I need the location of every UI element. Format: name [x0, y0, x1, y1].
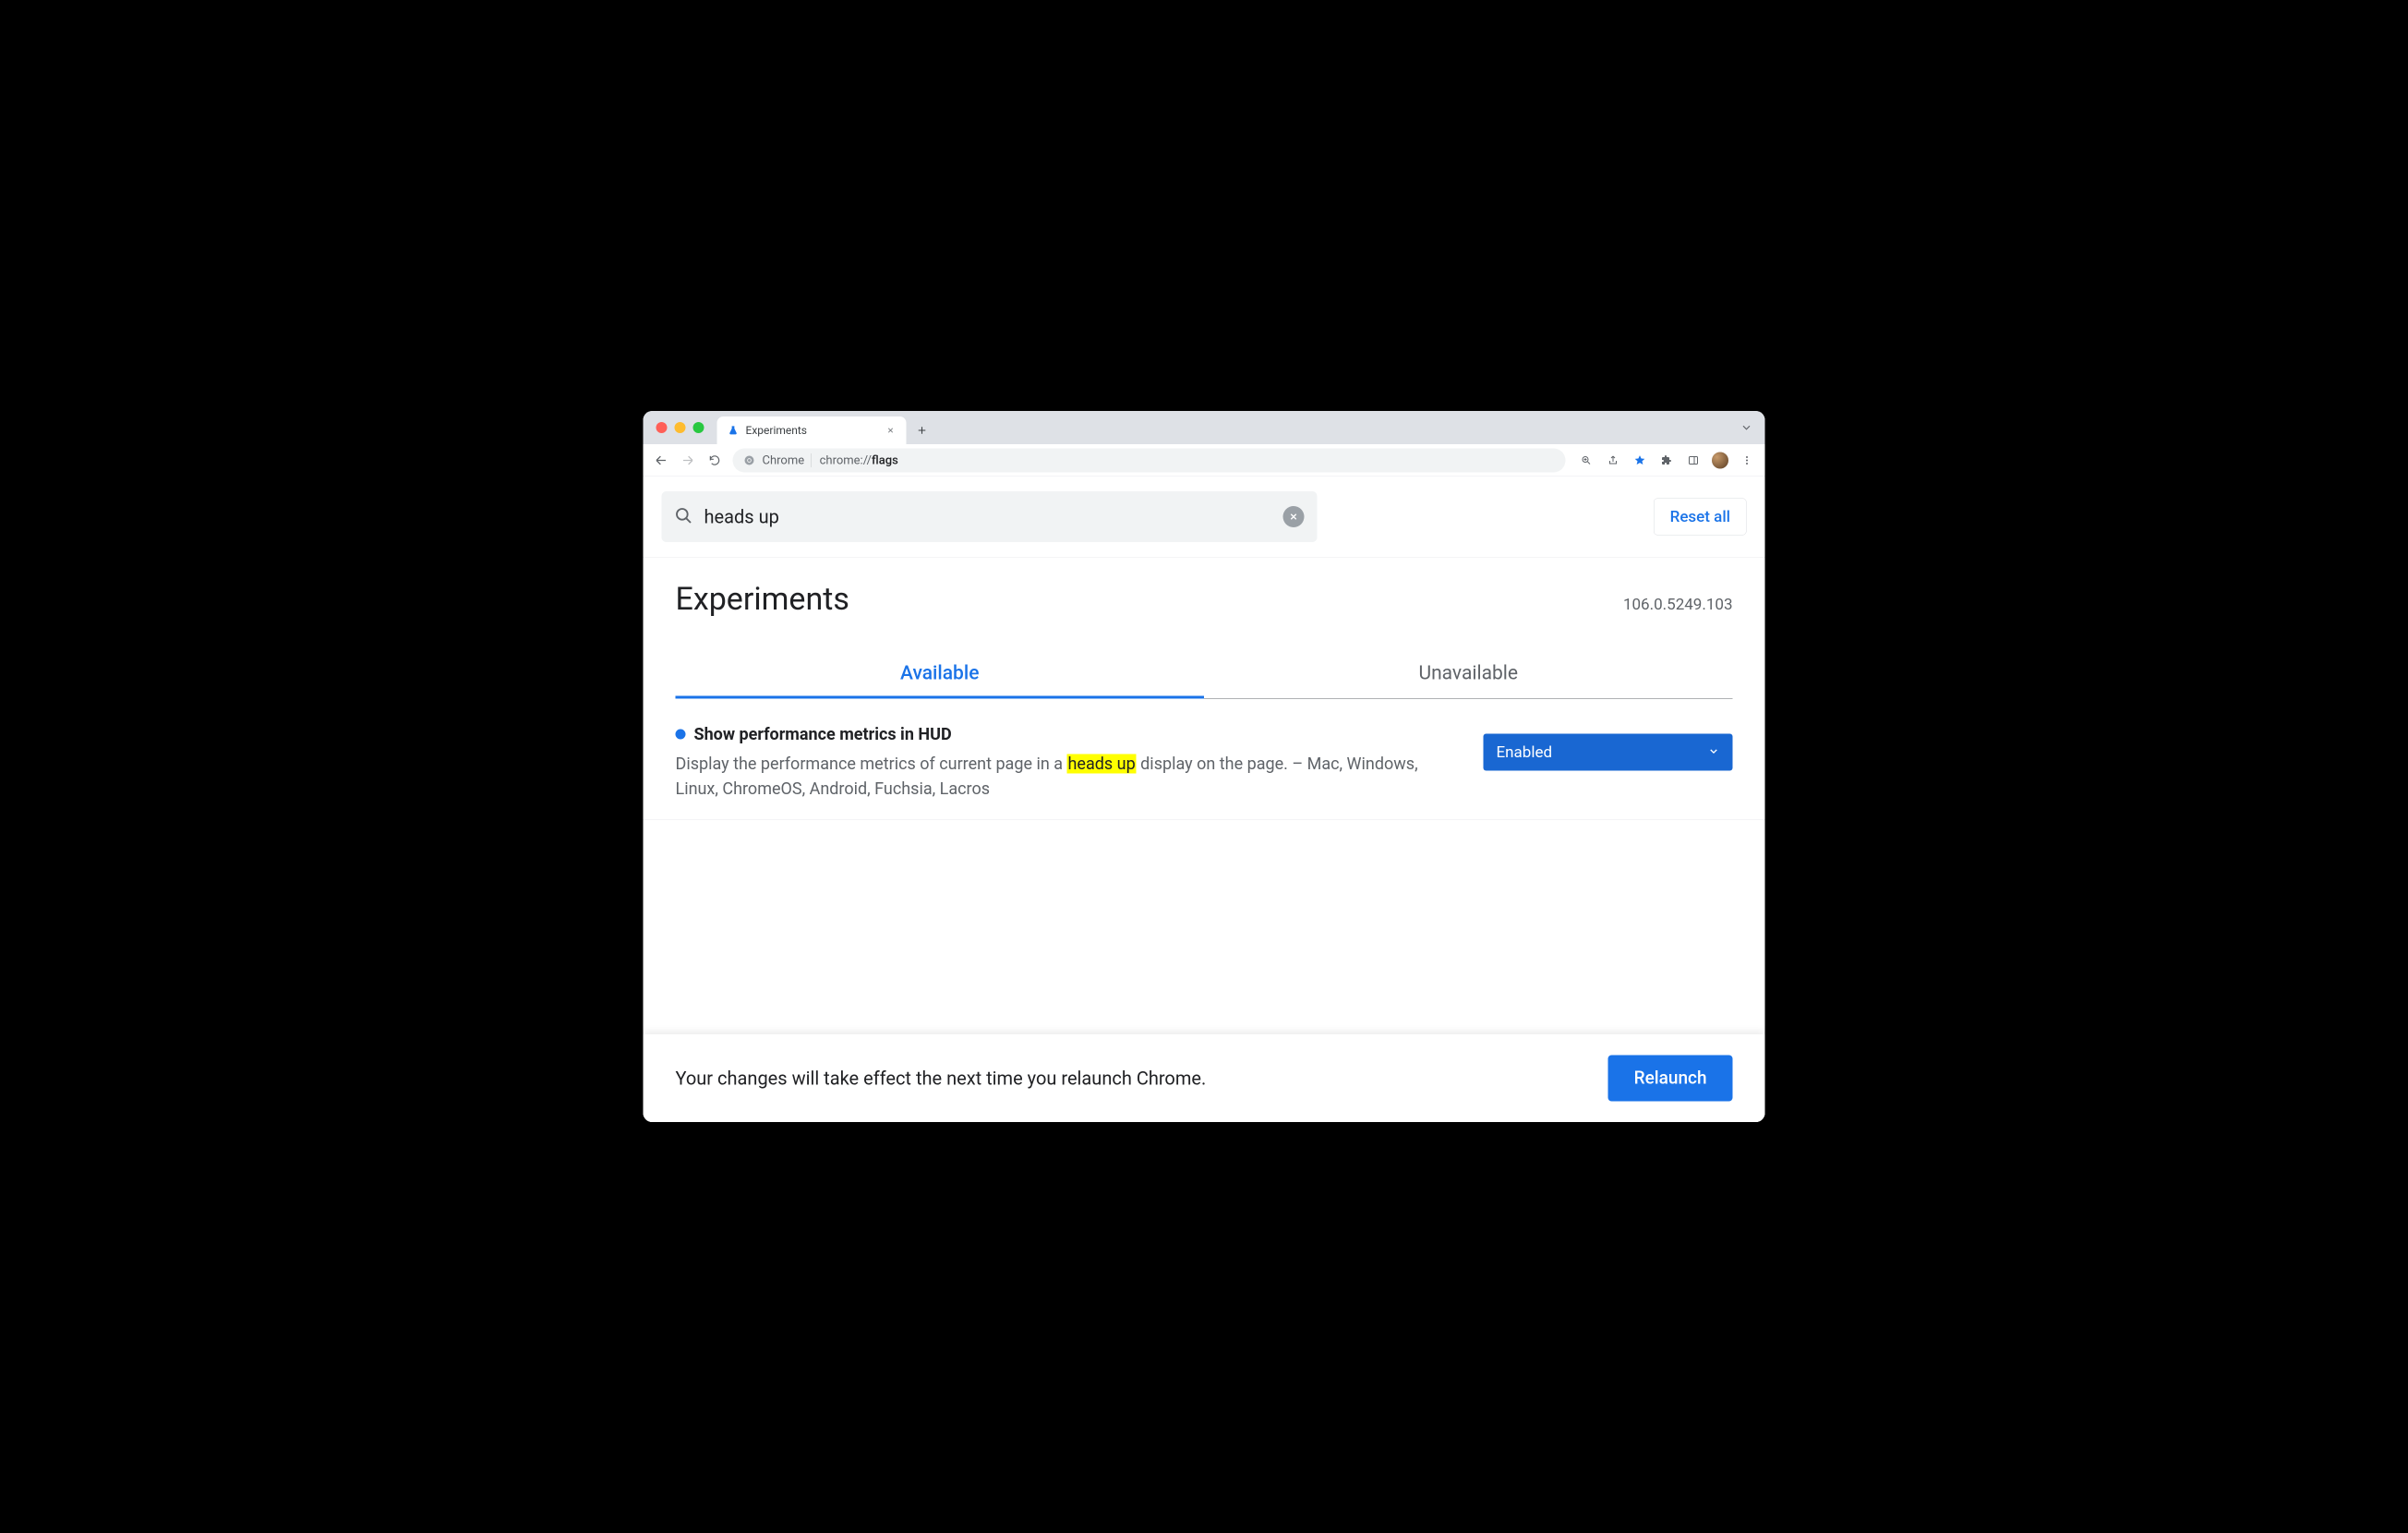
flag-row: Show performance metrics in HUD Display …	[644, 699, 1765, 821]
menu-button[interactable]	[1736, 449, 1759, 472]
forward-button[interactable]	[677, 449, 700, 472]
share-icon[interactable]	[1602, 449, 1625, 472]
flag-state-select[interactable]: Enabled	[1484, 734, 1733, 771]
reload-button[interactable]	[704, 449, 727, 472]
zoom-icon[interactable]	[1575, 449, 1598, 472]
tab-overflow-button[interactable]	[1740, 421, 1753, 436]
tab-title: Experiments	[746, 424, 807, 437]
address-bar[interactable]: Chrome chrome://flags	[733, 448, 1566, 472]
flag-title: Show performance metrics in HUD	[694, 725, 952, 744]
tab-available[interactable]: Available	[676, 650, 1205, 699]
relaunch-button[interactable]: Relaunch	[1608, 1056, 1733, 1102]
search-icon	[675, 507, 693, 527]
chevron-down-icon	[1708, 743, 1720, 762]
page-content: Reset all Experiments 106.0.5249.103 Ava…	[644, 477, 1765, 1122]
site-chip: Chrome	[763, 453, 812, 467]
browser-toolbar: Chrome chrome://flags	[644, 444, 1765, 477]
restart-bar: Your changes will take effect the next t…	[644, 1034, 1765, 1122]
flag-modified-indicator	[676, 730, 686, 740]
chrome-version: 106.0.5249.103	[1623, 596, 1733, 614]
close-window-button[interactable]	[656, 422, 668, 433]
flag-state-value: Enabled	[1497, 743, 1553, 762]
tab-strip: Experiments	[644, 411, 1765, 444]
reset-all-button[interactable]: Reset all	[1654, 499, 1746, 536]
minimize-window-button[interactable]	[675, 422, 686, 433]
flask-icon	[728, 425, 740, 437]
fullscreen-window-button[interactable]	[693, 422, 704, 433]
flag-description: Display the performance metrics of curre…	[676, 752, 1456, 802]
tab-unavailable[interactable]: Unavailable	[1204, 650, 1733, 699]
restart-message: Your changes will take effect the next t…	[676, 1068, 1207, 1090]
extensions-icon[interactable]	[1656, 449, 1679, 472]
url-text: chrome://flags	[818, 453, 898, 467]
bookmark-star-icon[interactable]	[1629, 449, 1652, 472]
page-header: Experiments 106.0.5249.103	[644, 558, 1765, 622]
flags-search-row: Reset all	[644, 477, 1765, 558]
flags-tabs: Available Unavailable	[676, 650, 1733, 699]
page-title: Experiments	[676, 581, 849, 618]
side-panel-icon[interactable]	[1682, 449, 1705, 472]
flags-search-box[interactable]	[662, 491, 1318, 542]
chrome-icon	[743, 453, 756, 466]
close-tab-button[interactable]	[885, 424, 897, 437]
profile-avatar[interactable]	[1709, 449, 1732, 472]
flags-search-input[interactable]	[704, 505, 1273, 528]
back-button[interactable]	[650, 449, 673, 472]
search-highlight: heads up	[1067, 754, 1137, 774]
browser-tab[interactable]: Experiments	[717, 416, 907, 444]
browser-window: Experiments Chrome chro	[644, 411, 1765, 1122]
new-tab-button[interactable]	[910, 418, 934, 442]
window-controls	[656, 422, 704, 433]
toolbar-actions	[1575, 449, 1759, 472]
flag-info: Show performance metrics in HUD Display …	[676, 725, 1456, 802]
clear-search-button[interactable]	[1283, 506, 1305, 527]
